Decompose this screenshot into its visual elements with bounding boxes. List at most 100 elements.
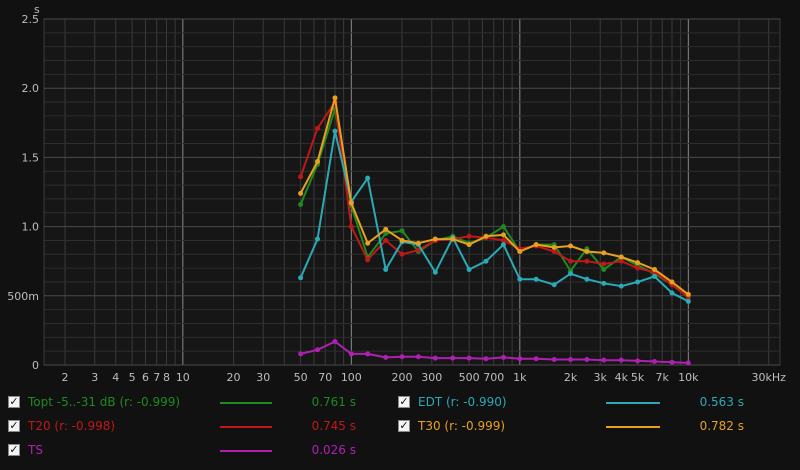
data-point xyxy=(517,356,523,362)
checkbox-icon[interactable]: ✓ xyxy=(8,444,20,456)
x-tick-label: 3k xyxy=(594,371,608,384)
x-tick-label: 8 xyxy=(163,371,170,384)
data-point xyxy=(399,228,405,234)
legend-item-ts[interactable]: ✓ TS 0.026 s xyxy=(8,443,368,461)
data-point xyxy=(483,233,489,239)
y-axis-unit: s xyxy=(34,3,40,16)
data-point xyxy=(551,244,557,250)
data-point xyxy=(517,249,523,255)
checkbox-icon[interactable]: ✓ xyxy=(8,420,20,432)
data-point xyxy=(348,351,354,357)
legend-item-t30[interactable]: ✓ T30 (r: -0.999) 0.782 s xyxy=(398,419,758,437)
data-point xyxy=(601,267,607,273)
data-point xyxy=(601,280,607,286)
x-tick-label: 70 xyxy=(318,371,332,384)
data-point xyxy=(365,240,371,246)
data-point xyxy=(298,201,304,207)
y-tick-label: 1.0 xyxy=(22,221,40,234)
data-point xyxy=(551,282,557,288)
data-point xyxy=(685,360,691,366)
legend-value: 0.782 s xyxy=(699,419,744,433)
data-point xyxy=(618,254,624,260)
reverb-time-chart: 2 3 4 5 6 7 8 10 20 30 50 70 100 200 300 500 700 1k 2k 3k 4k… xyxy=(7,3,787,384)
checkbox-icon[interactable]: ✓ xyxy=(398,396,410,408)
data-point xyxy=(601,357,607,363)
legend-item-edt[interactable]: ✓ EDT (r: -0.990) 0.563 s xyxy=(398,395,758,413)
data-point xyxy=(332,128,338,134)
y-tick-label: 1.5 xyxy=(22,151,40,164)
x-tick-label: 20 xyxy=(227,371,241,384)
data-point xyxy=(315,347,321,353)
data-point xyxy=(669,279,675,285)
legend-swatch xyxy=(606,426,660,428)
data-point xyxy=(365,351,371,357)
data-point xyxy=(601,250,607,256)
x-tick-label: 30kHz xyxy=(752,371,787,384)
legend-label: T30 (r: -0.999) xyxy=(418,419,506,433)
data-point xyxy=(635,260,641,266)
legend-swatch xyxy=(220,426,272,428)
data-point xyxy=(652,267,658,273)
y-tick-label: 500m xyxy=(7,290,39,303)
data-point xyxy=(399,237,405,243)
data-point xyxy=(399,354,405,360)
data-point xyxy=(584,249,590,255)
data-point xyxy=(568,271,574,277)
data-point xyxy=(618,283,624,289)
data-point xyxy=(635,265,641,271)
data-point xyxy=(551,356,557,362)
data-point xyxy=(332,338,338,344)
data-point xyxy=(500,224,506,230)
x-tick-label: 1k xyxy=(513,371,527,384)
legend-value: 0.026 s xyxy=(311,443,356,457)
data-point xyxy=(584,356,590,362)
data-point xyxy=(466,242,472,248)
checkbox-icon[interactable]: ✓ xyxy=(398,420,410,432)
data-point xyxy=(466,233,472,239)
data-point xyxy=(450,236,456,242)
data-point xyxy=(568,243,574,249)
data-point xyxy=(533,356,539,362)
x-tick-label: 50 xyxy=(294,371,308,384)
data-point xyxy=(685,291,691,297)
data-point xyxy=(365,175,371,181)
data-point xyxy=(584,258,590,264)
data-point xyxy=(685,298,691,304)
x-tick-label: 5 xyxy=(129,371,136,384)
checkbox-icon[interactable]: ✓ xyxy=(8,396,20,408)
x-tick-label: 100 xyxy=(341,371,362,384)
y-axis-ticks: 0500m1.01.52.02.5 xyxy=(7,13,39,372)
data-point xyxy=(415,354,421,360)
legend-value: 0.761 s xyxy=(311,395,356,409)
data-point xyxy=(432,236,438,242)
x-tick-label: 200 xyxy=(392,371,413,384)
data-point xyxy=(432,355,438,361)
legend-label: Topt -5..-31 dB (r: -0.999) xyxy=(28,395,181,409)
legend: ✓ Topt -5..-31 dB (r: -0.999) 0.761 s ✓ … xyxy=(0,388,800,470)
x-tick-label: 7k xyxy=(656,371,670,384)
data-point xyxy=(298,275,304,281)
x-tick-label: 3 xyxy=(91,371,98,384)
legend-item-t20[interactable]: ✓ T20 (r: -0.998) 0.745 s xyxy=(8,419,368,437)
plot-background xyxy=(43,18,781,366)
legend-value: 0.745 s xyxy=(311,419,356,433)
data-point xyxy=(533,276,539,282)
data-point xyxy=(383,354,389,360)
data-point xyxy=(315,236,321,242)
legend-swatch xyxy=(606,402,660,404)
data-point xyxy=(635,279,641,285)
data-point xyxy=(315,125,321,131)
data-point xyxy=(415,240,421,246)
data-point xyxy=(483,356,489,362)
x-tick-label: 5k xyxy=(631,371,645,384)
data-point xyxy=(348,224,354,230)
y-tick-label: 0 xyxy=(32,359,39,372)
data-point xyxy=(652,359,658,365)
data-point xyxy=(652,273,658,279)
data-point xyxy=(383,237,389,243)
data-point xyxy=(635,358,641,364)
x-tick-label: 7 xyxy=(153,371,160,384)
data-point xyxy=(500,354,506,360)
legend-item-topt[interactable]: ✓ Topt -5..-31 dB (r: -0.999) 0.761 s xyxy=(8,395,368,413)
legend-value: 0.563 s xyxy=(699,395,744,409)
